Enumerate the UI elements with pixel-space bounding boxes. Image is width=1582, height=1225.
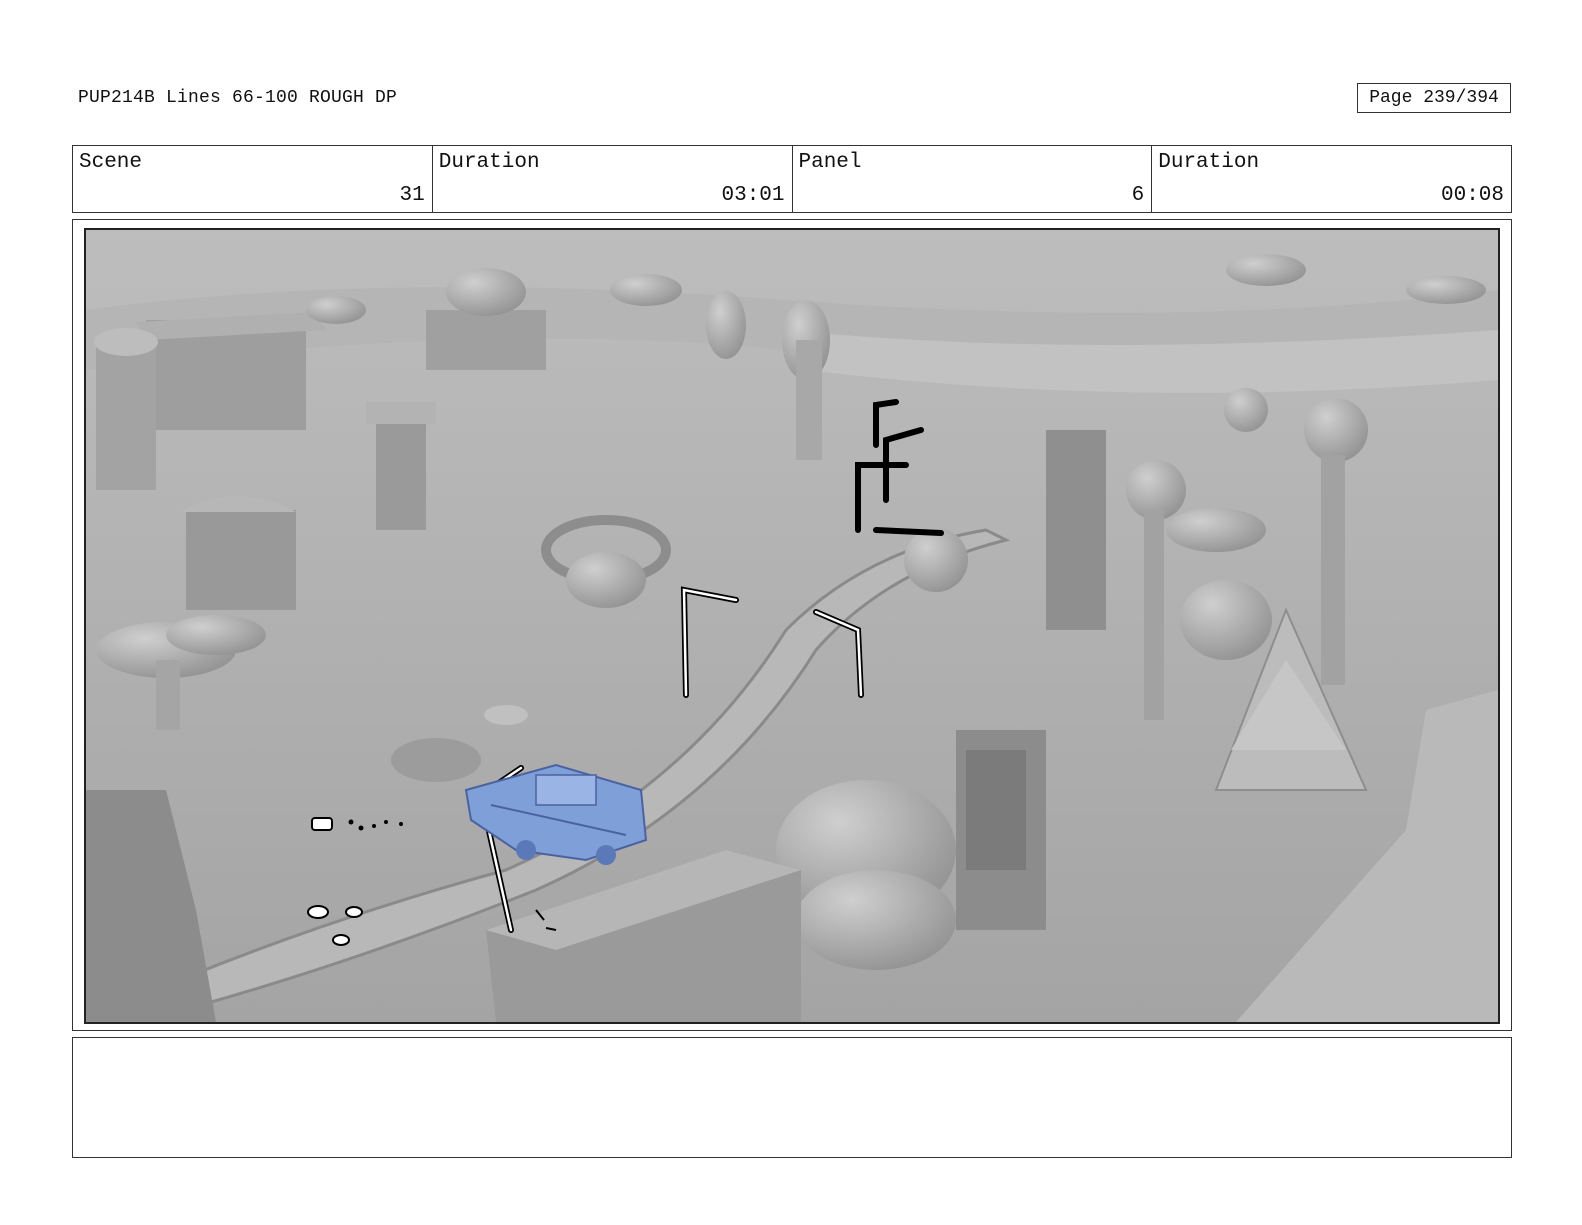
scene-duration-cell: Duration 03:01 [433, 146, 793, 212]
panel-value: 6 [1131, 184, 1145, 207]
page-number-box: Page 239/394 [1357, 83, 1511, 113]
scene-duration-label: Duration [438, 151, 540, 174]
panel-label: Panel [798, 151, 862, 174]
storyboard-panel-frame [72, 219, 1512, 1031]
document-title: PUP214B Lines 66-100 ROUGH DP [78, 88, 398, 108]
panel-duration-cell: Duration 00:08 [1152, 146, 1511, 212]
scene-label: Scene [79, 151, 143, 174]
panel-duration-value: 00:08 [1440, 184, 1504, 207]
storyboard-panel-image [84, 228, 1500, 1024]
panel-notes-box [72, 1037, 1512, 1158]
scene-value: 31 [399, 184, 425, 207]
panel-info-row: Scene 31 Duration 03:01 Panel 6 Duration… [72, 145, 1512, 213]
panel-cell: Panel 6 [793, 146, 1153, 212]
panel-duration-label: Duration [1158, 151, 1260, 174]
town-scene-illustration [86, 230, 1498, 1022]
tower-building [1046, 430, 1106, 630]
scene-cell: Scene 31 [73, 146, 433, 212]
scene-duration-value: 03:01 [721, 184, 785, 207]
